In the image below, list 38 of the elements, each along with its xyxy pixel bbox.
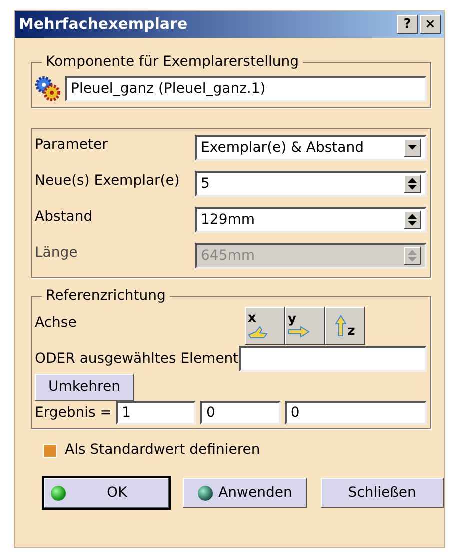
axis-button[interactable]: z bbox=[325, 307, 365, 345]
arrow-icon bbox=[248, 325, 268, 339]
field-label: ODER ausgewähltes Element bbox=[35, 350, 239, 368]
dialog-button[interactable]: Anwenden bbox=[183, 478, 307, 508]
spinner-field[interactable]: 129mm bbox=[195, 207, 427, 233]
dialog-button[interactable]: OK bbox=[44, 478, 170, 508]
result-field[interactable]: 0 bbox=[284, 401, 427, 425]
close-button[interactable]: × bbox=[420, 15, 441, 34]
dialog-button[interactable]: Schließen bbox=[320, 478, 444, 508]
field-label: Achse bbox=[35, 314, 78, 333]
field-label: Abstand bbox=[35, 208, 94, 227]
spinner-arrows-icon bbox=[404, 211, 421, 229]
field-label: Ergebnis = bbox=[35, 404, 112, 422]
spinner-field[interactable]: 5 bbox=[195, 171, 427, 197]
arrow-icon bbox=[288, 326, 310, 338]
component-field[interactable]: Pleuel_ganz (Pleuel_ganz.1) bbox=[65, 76, 427, 102]
field-label: Länge bbox=[35, 244, 79, 263]
status-ball-icon bbox=[51, 486, 66, 500]
group-legend: Referenzrichtung bbox=[42, 288, 170, 304]
element-field[interactable] bbox=[238, 346, 427, 372]
group-legend: Komponente für Exemplarerstellung bbox=[42, 54, 303, 70]
field-label: Neue(s) Exemplar(e) bbox=[35, 172, 181, 191]
gears-icon bbox=[35, 76, 61, 102]
reverse-button[interactable]: Umkehren bbox=[35, 374, 134, 401]
help-button[interactable]: ? bbox=[397, 15, 418, 34]
spinner-arrows-icon bbox=[404, 247, 421, 265]
status-ball-icon bbox=[198, 486, 213, 500]
dropdown[interactable]: Exemplar(e) & Abstand bbox=[195, 135, 427, 161]
field-label: Parameter bbox=[35, 136, 109, 155]
result-field[interactable]: 0 bbox=[200, 401, 281, 425]
window-title: Mehrfachexemplare bbox=[19, 14, 189, 36]
checkbox-label: Als Standardwert definieren bbox=[65, 441, 260, 460]
axis-button[interactable]: y bbox=[285, 307, 325, 345]
axis-button[interactable]: x bbox=[245, 307, 285, 345]
arrow-icon bbox=[334, 315, 347, 337]
checkbox[interactable] bbox=[43, 444, 57, 458]
result-field[interactable]: 1 bbox=[116, 401, 196, 425]
spinner-arrows-icon bbox=[404, 175, 421, 193]
